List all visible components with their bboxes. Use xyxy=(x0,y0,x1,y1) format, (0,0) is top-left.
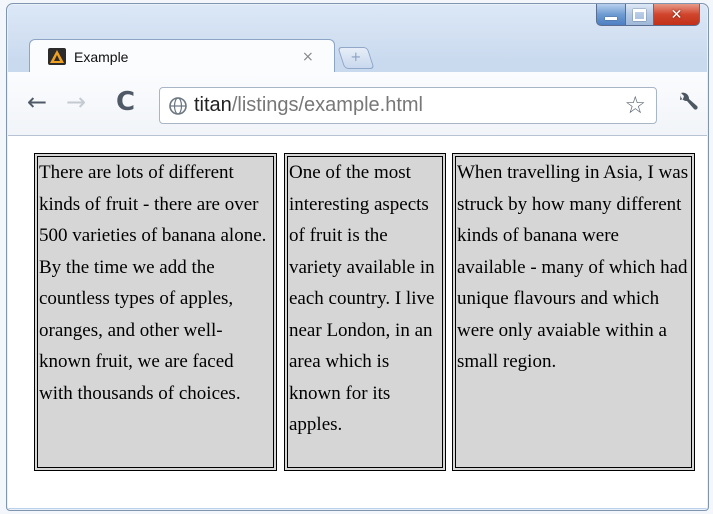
browser-window: ✕ Example × + ← → C titan/listings/examp… xyxy=(6,3,709,511)
minimize-icon xyxy=(605,17,617,20)
window-caption-buttons: ✕ xyxy=(596,4,700,26)
maximize-button[interactable] xyxy=(626,4,654,26)
plus-icon: + xyxy=(350,50,362,65)
favicon-icon xyxy=(48,48,66,65)
address-bar[interactable]: titan/listings/example.html ☆ xyxy=(159,87,657,124)
url-host: titan xyxy=(194,94,232,116)
url-path: /listings/example.html xyxy=(231,94,423,116)
tab-title: Example xyxy=(74,48,129,65)
tab-close-icon[interactable]: × xyxy=(302,49,318,65)
back-button[interactable]: ← xyxy=(27,90,47,114)
toolbar: ← → C titan/listings/example.html ☆ xyxy=(8,72,707,136)
page-content: There are lots of different kinds of fru… xyxy=(8,136,707,508)
forward-button[interactable]: → xyxy=(66,90,86,114)
close-window-button[interactable]: ✕ xyxy=(654,4,700,26)
reload-button[interactable]: C xyxy=(116,89,135,115)
bookmark-star-icon[interactable]: ☆ xyxy=(624,93,646,117)
close-icon: ✕ xyxy=(670,6,683,23)
tab-example[interactable]: Example × xyxy=(29,39,335,73)
globe-icon xyxy=(169,96,187,115)
text-column-1: There are lots of different kinds of fru… xyxy=(34,153,277,471)
wrench-icon[interactable] xyxy=(674,89,700,115)
text-column-2: One of the most interesting aspects of f… xyxy=(284,153,446,471)
url-text: titan/listings/example.html xyxy=(194,94,423,117)
minimize-button[interactable] xyxy=(596,4,626,26)
maximize-icon xyxy=(633,8,646,21)
new-tab-button[interactable]: + xyxy=(337,47,375,69)
text-column-3: When travelling in Asia, I was struck by… xyxy=(452,153,695,471)
